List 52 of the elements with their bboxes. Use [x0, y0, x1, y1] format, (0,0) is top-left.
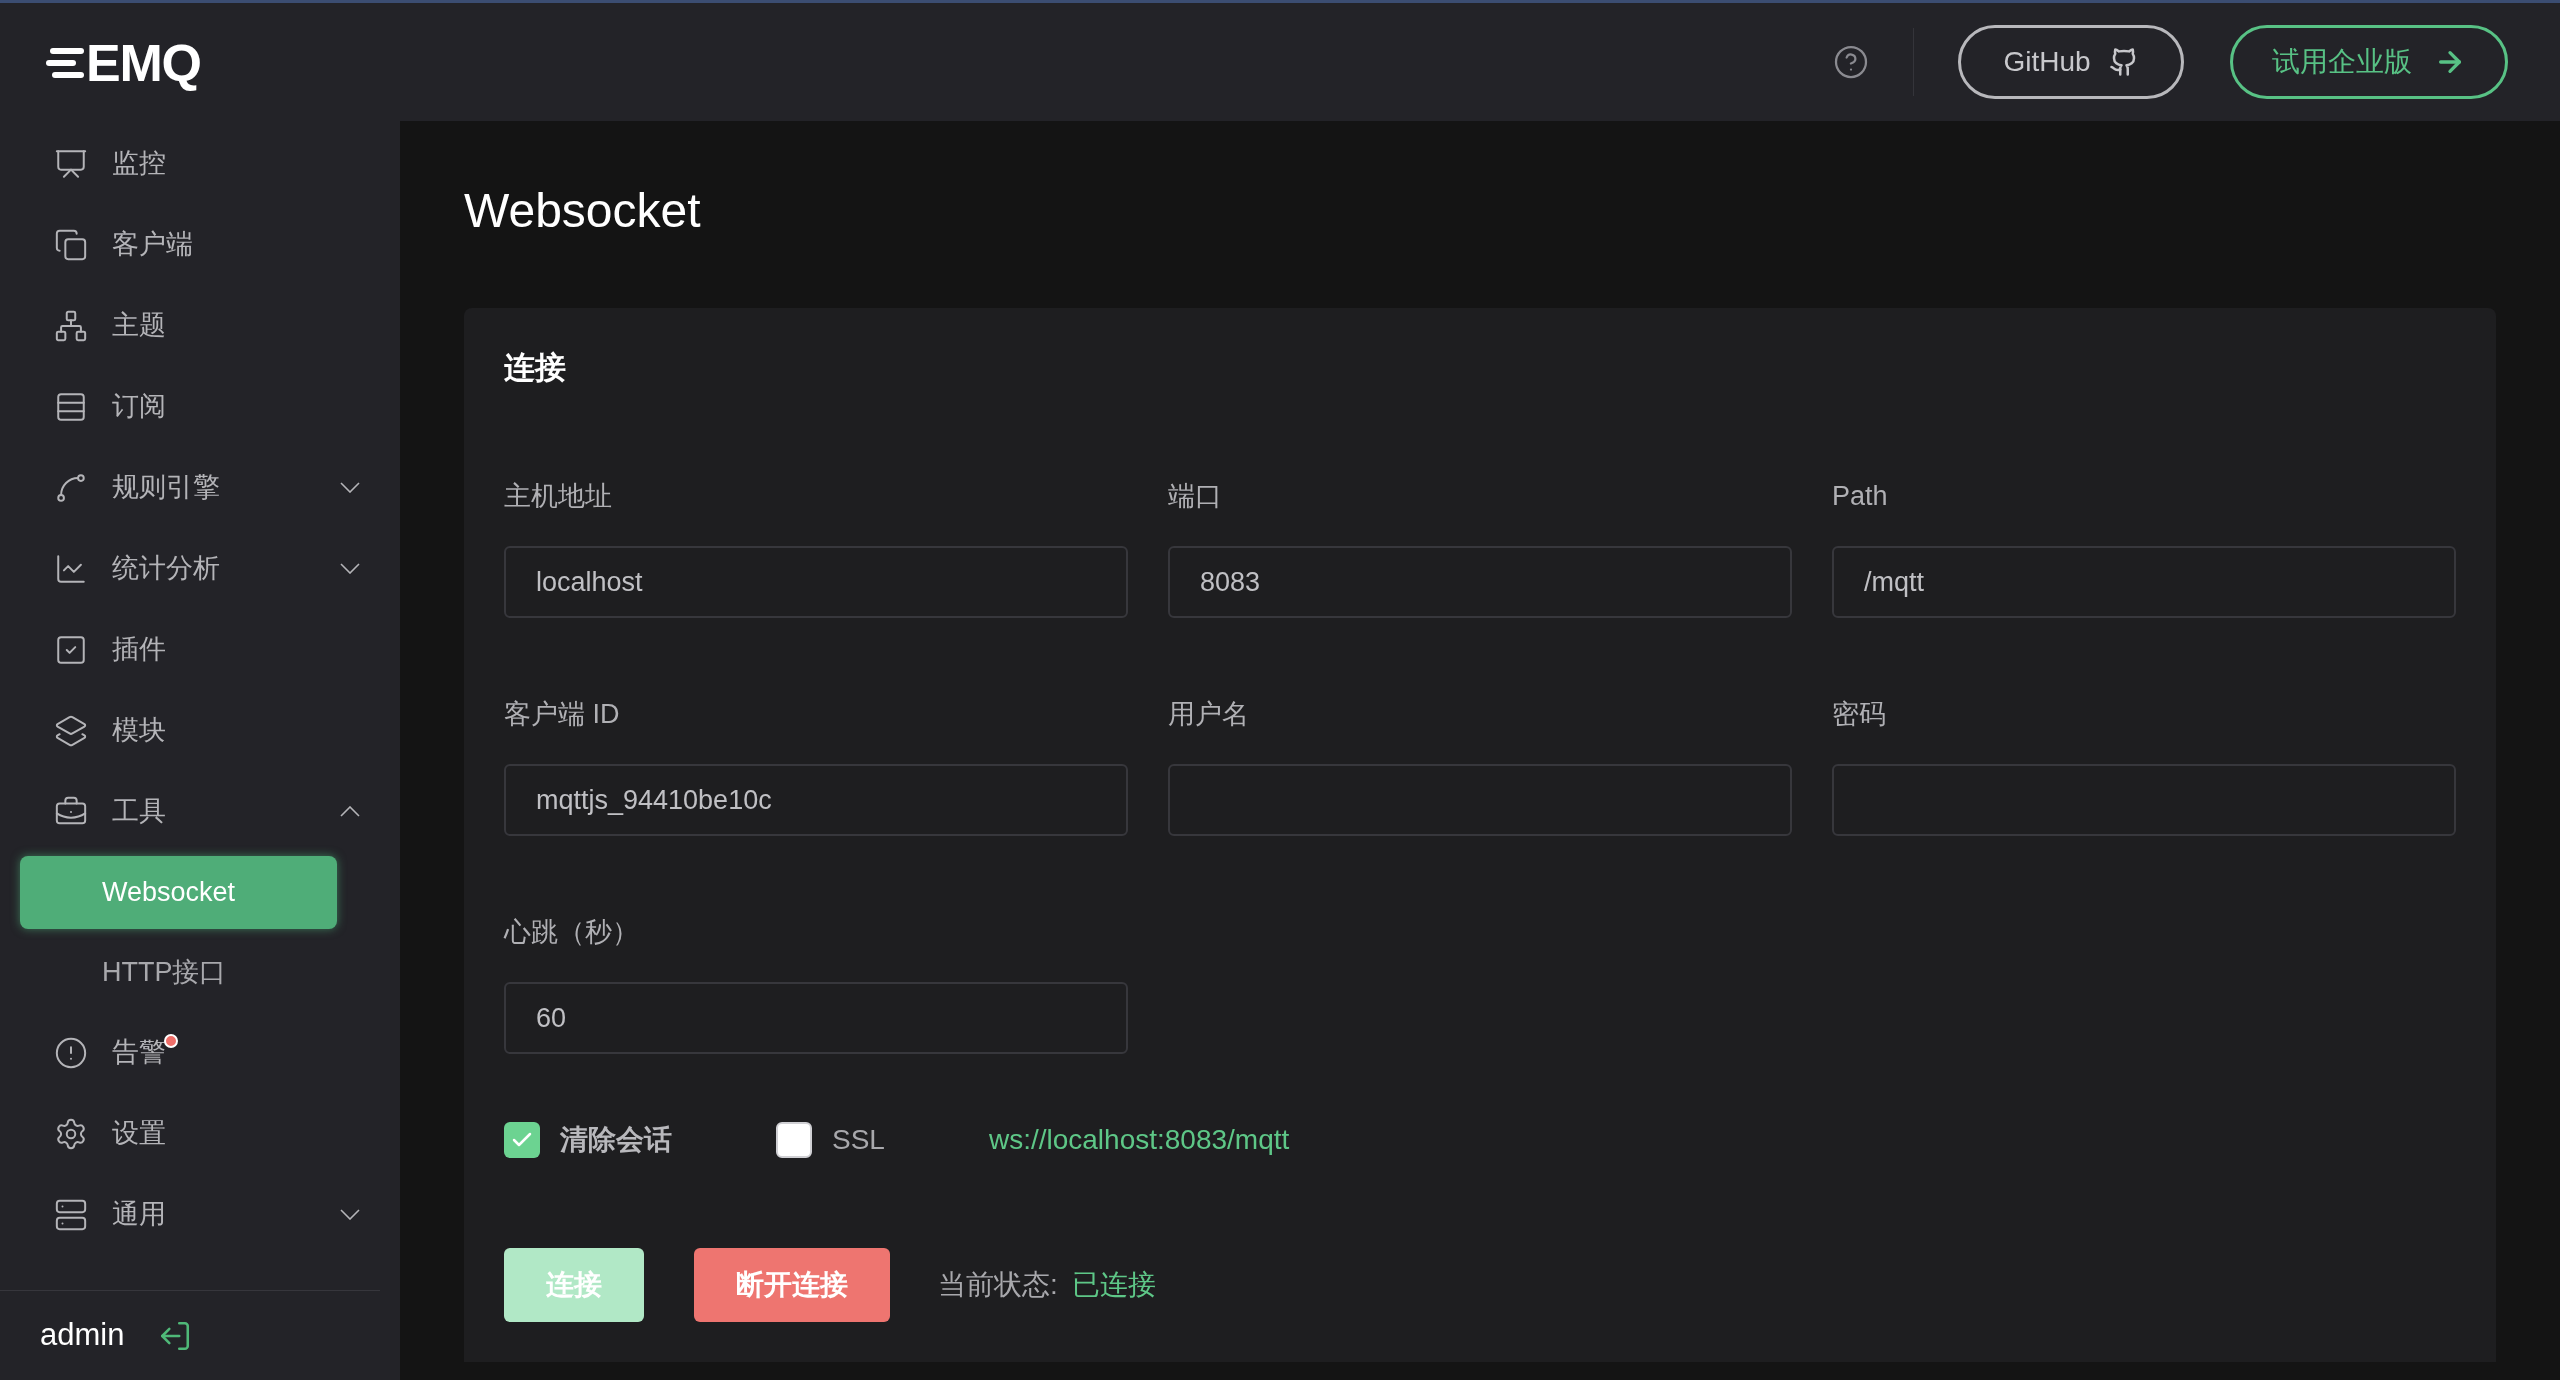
- server-icon: [54, 1197, 88, 1232]
- input-field[interactable]: mqttjs_94410be10c: [504, 764, 1128, 836]
- sidebar-item[interactable]: 设置: [0, 1093, 400, 1174]
- submenu-item[interactable]: HTTP接口: [20, 935, 337, 1009]
- alert-icon: [54, 1035, 88, 1070]
- field-label: Path: [1832, 480, 1889, 513]
- field-label: 主机地址: [504, 480, 613, 513]
- checkbox-label: 清除会话: [560, 1123, 672, 1157]
- input-field[interactable]: [1168, 764, 1792, 836]
- chevron-down-icon: [340, 1209, 360, 1220]
- settings-icon: [54, 1116, 88, 1151]
- field-label: 用户名: [1168, 698, 1250, 731]
- connection-url: ws://localhost:8083/mqtt: [988, 1123, 1290, 1157]
- input-field[interactable]: 8083: [1168, 546, 1792, 618]
- field-label: 密码: [1832, 698, 1887, 731]
- sidebar-item[interactable]: 模块: [0, 690, 400, 771]
- github-button[interactable]: GitHub: [1958, 25, 2184, 99]
- sidebar-item[interactable]: 统计分析: [0, 528, 400, 609]
- sidebar-item[interactable]: 工具: [0, 771, 400, 852]
- hierarchy-icon: [54, 308, 88, 343]
- status-label: 当前状态:: [938, 1268, 1058, 1302]
- windows-icon: [54, 227, 88, 262]
- username: admin: [40, 1316, 125, 1355]
- sidebar-item[interactable]: 规则引擎: [0, 447, 400, 528]
- chevron-up-icon: [340, 806, 360, 817]
- sidebar-item[interactable]: 监控: [0, 123, 400, 204]
- field-label: 客户端 ID: [504, 698, 621, 731]
- chevron-down-icon: [340, 482, 360, 493]
- card-title: 连接: [504, 349, 567, 387]
- layers-icon: [54, 713, 88, 748]
- sidebar-item[interactable]: 通用: [0, 1174, 400, 1255]
- checkbox[interactable]: [504, 1122, 540, 1158]
- sidebar-item[interactable]: 主题: [0, 285, 400, 366]
- logo-bars-icon: [46, 46, 84, 80]
- status-value: 已连接: [1071, 1268, 1156, 1302]
- logo: EMQ: [46, 24, 201, 102]
- trial-button[interactable]: 试用企业版: [2230, 25, 2508, 99]
- sidebar-item[interactable]: 订阅: [0, 366, 400, 447]
- help-icon[interactable]: [1833, 44, 1869, 80]
- sidebar-item[interactable]: 客户端: [0, 204, 400, 285]
- checkbox[interactable]: [776, 1122, 812, 1158]
- input-field[interactable]: /mqtt: [1832, 546, 2456, 618]
- sidebar-item[interactable]: 告警: [0, 1012, 400, 1093]
- sidebar-item[interactable]: 插件: [0, 609, 400, 690]
- field-label: 端口: [1168, 480, 1223, 513]
- input-field[interactable]: localhost: [504, 546, 1128, 618]
- page-title: Websocket: [464, 183, 702, 239]
- checkbox-label: SSL: [832, 1123, 885, 1157]
- input-field[interactable]: [1832, 764, 2456, 836]
- input-field[interactable]: 60: [504, 982, 1128, 1054]
- chevron-down-icon: [340, 563, 360, 574]
- field-label: 心跳（秒）: [504, 916, 640, 949]
